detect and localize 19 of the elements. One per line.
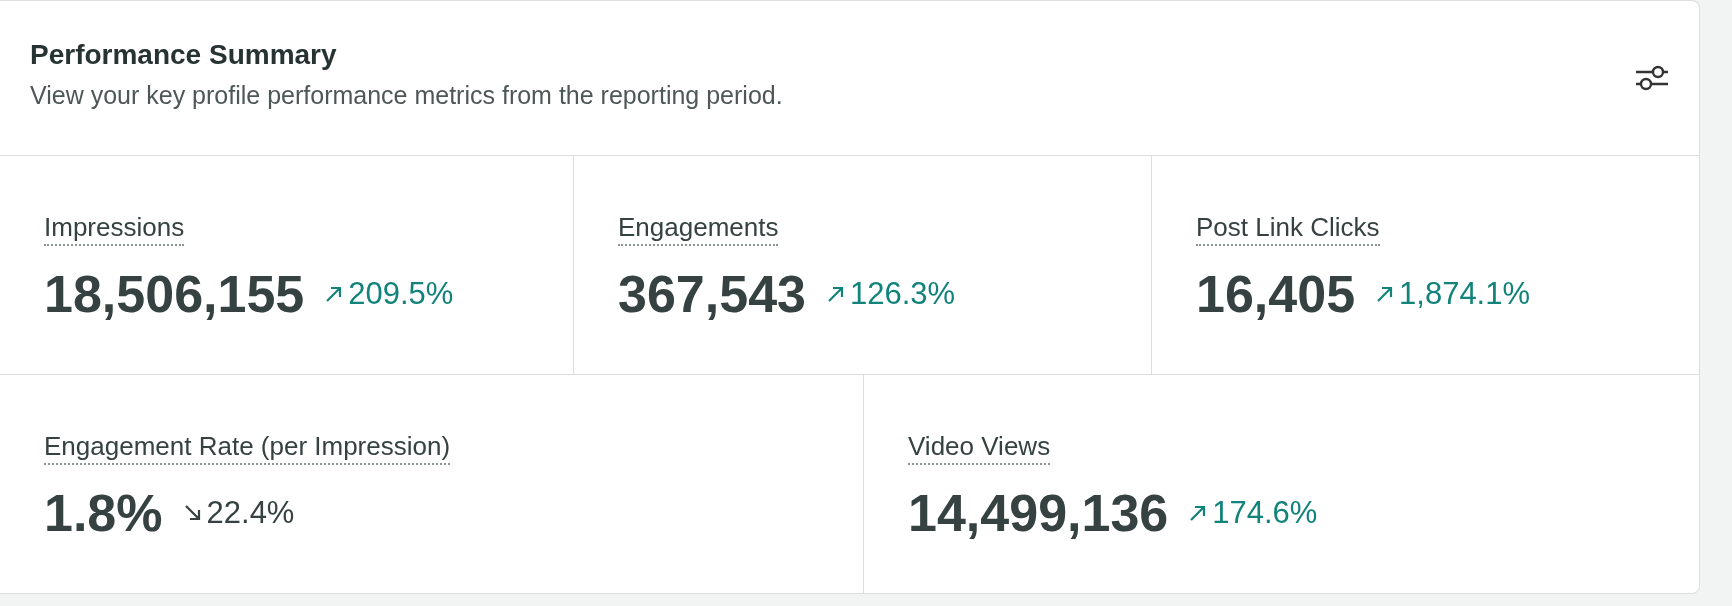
metric-label: Video Views: [908, 431, 1051, 465]
card-subtitle: View your key profile performance metrics from the reporting period.: [30, 80, 783, 110]
card-title: Performance Summary: [30, 38, 338, 71]
metric-value: 16,405: [1196, 264, 1356, 324]
metric-value: 14,499,136: [908, 483, 1169, 543]
metric-change: 174.6%: [1212, 495, 1318, 531]
metric-value: 367,543: [618, 264, 806, 324]
metric-change: 209.5%: [348, 276, 454, 312]
metric-change: 126.3%: [849, 276, 956, 312]
metric-value: 18,506,155: [44, 264, 305, 324]
metric-label: Post Link Clicks: [1196, 212, 1380, 246]
arrow-down-right-icon: [182, 503, 203, 523]
sliders-icon: [1635, 63, 1669, 93]
metric-label: Engagement Rate (per Impression): [44, 431, 451, 465]
metric-label: Engagements: [618, 212, 779, 246]
metric-change: 1,874.1%: [1399, 276, 1531, 312]
metric-change: 22.4%: [206, 495, 295, 531]
metric-label: Impressions: [44, 212, 185, 246]
metric-value: 1.8%: [44, 483, 163, 543]
